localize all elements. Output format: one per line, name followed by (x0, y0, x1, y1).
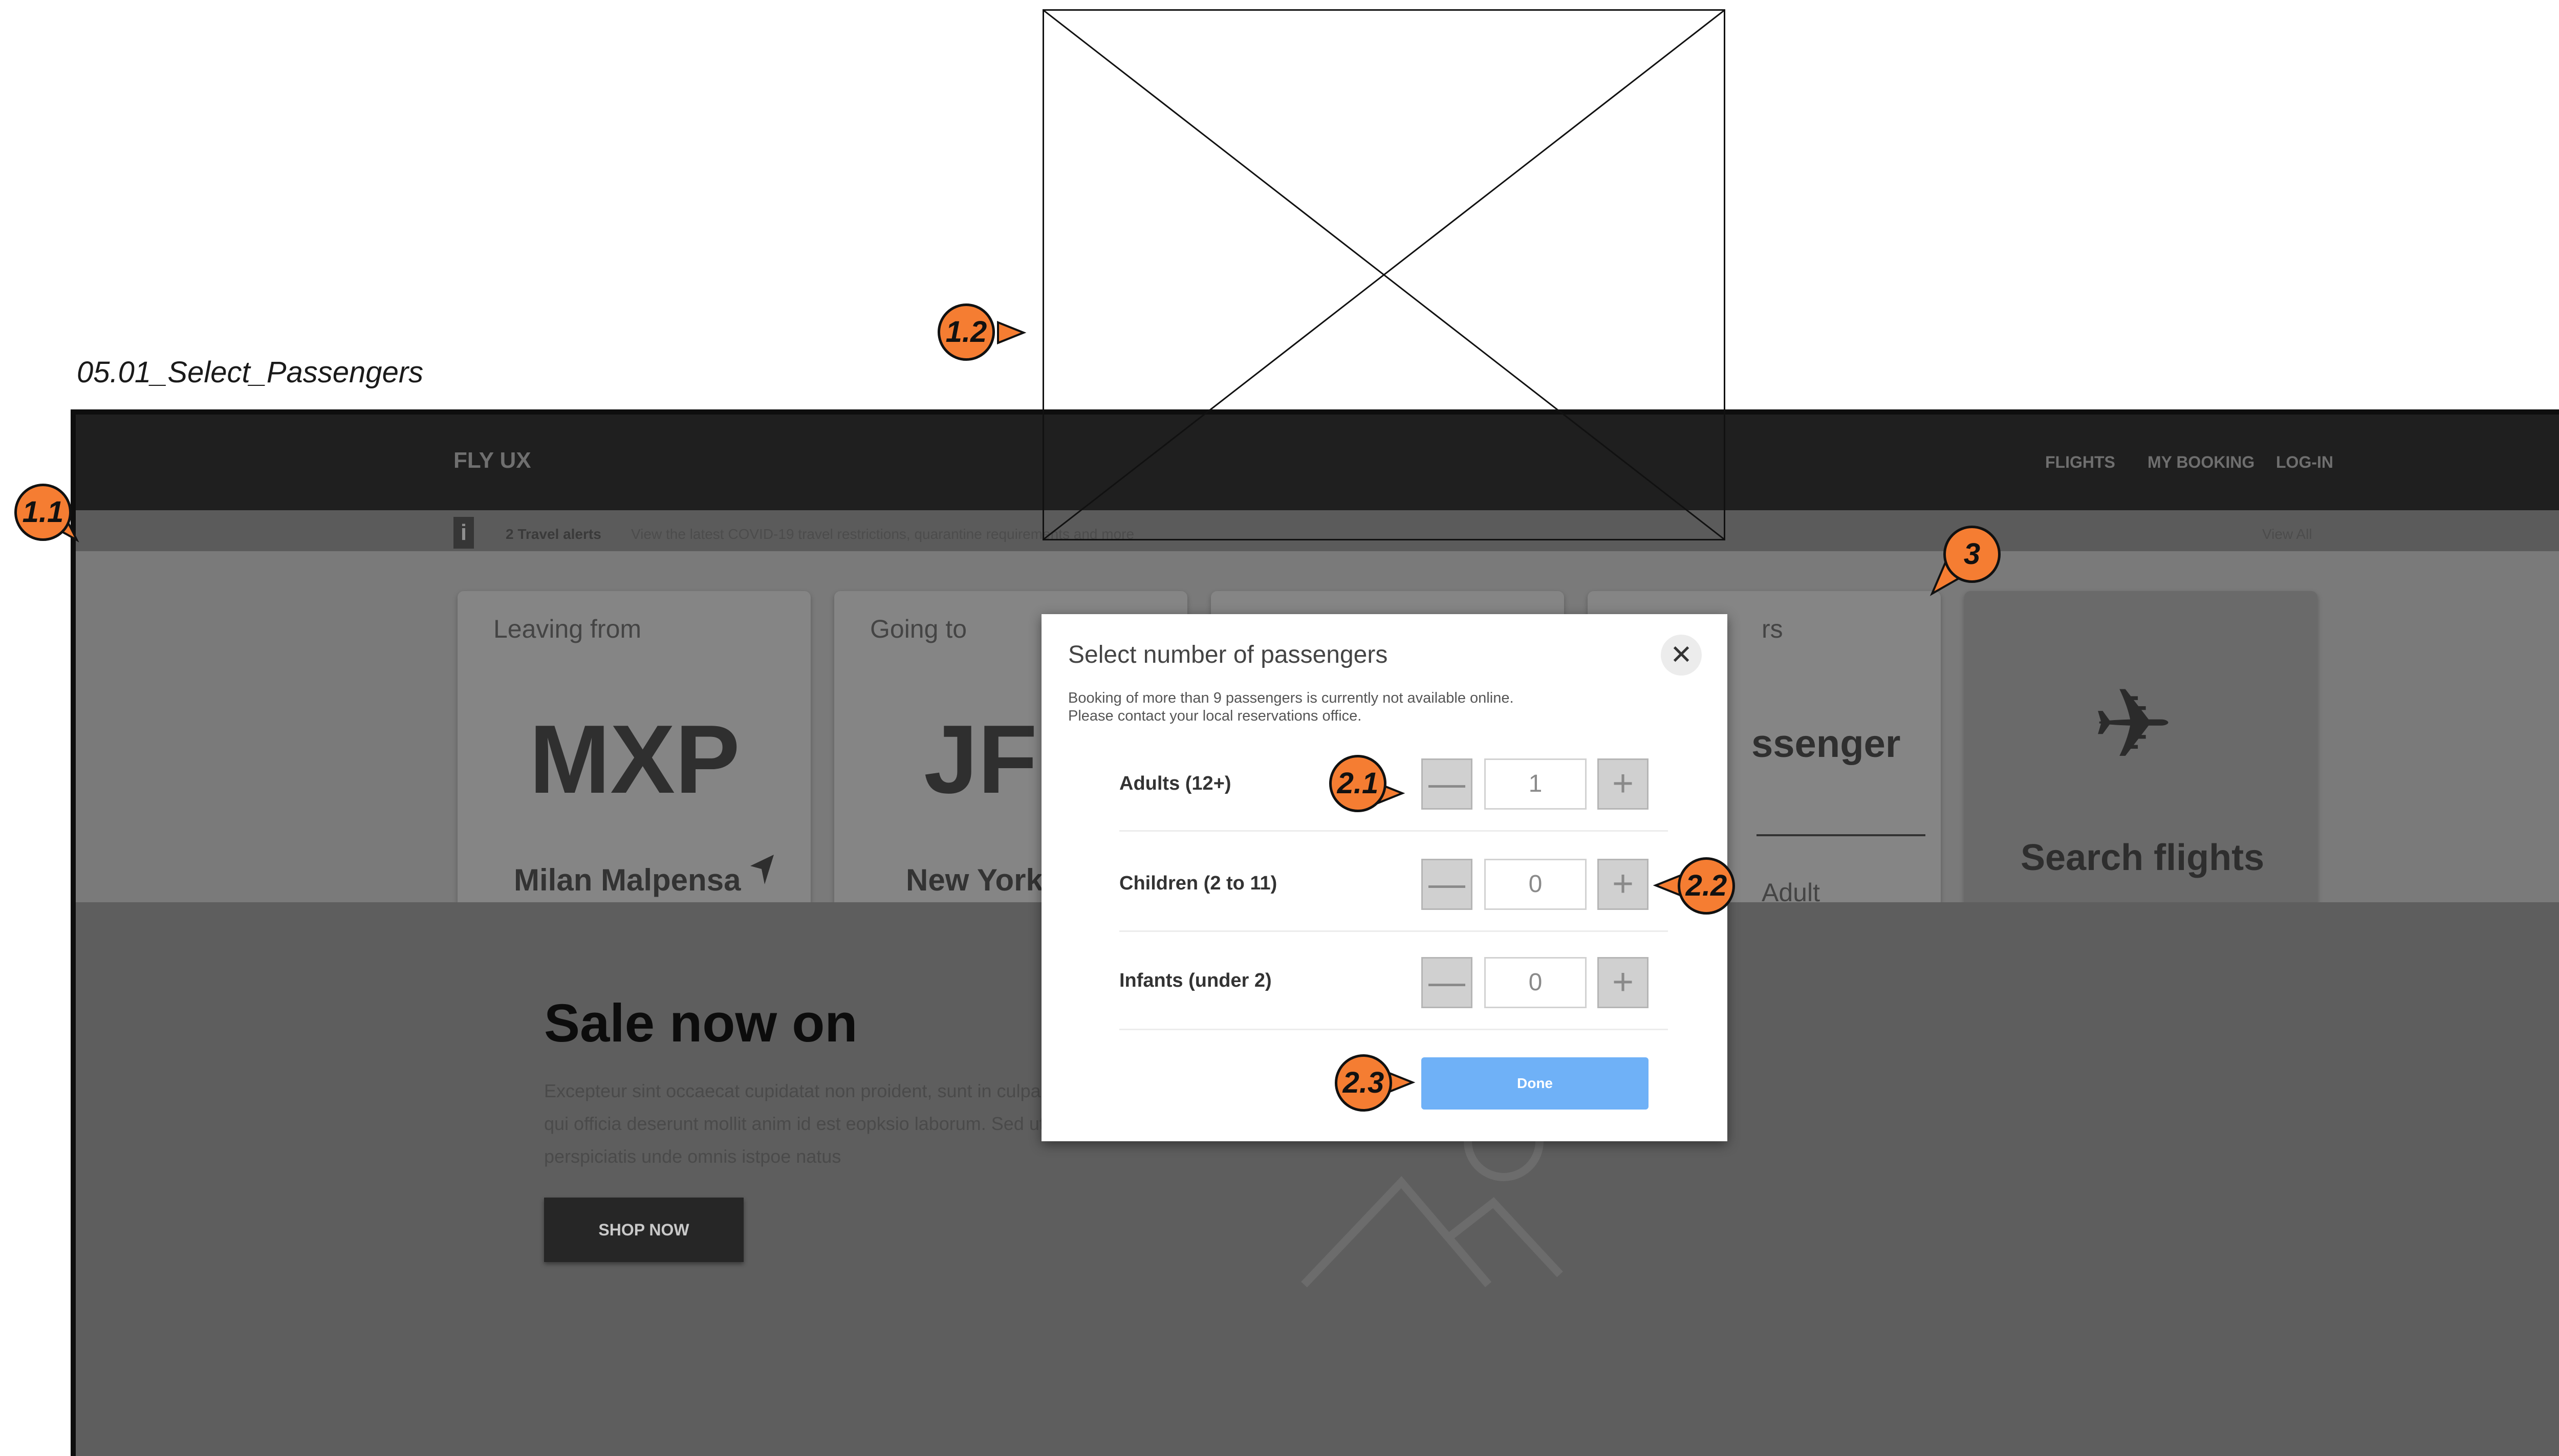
nav-my-booking[interactable]: MY BOOKING (2148, 453, 2254, 472)
modal-note-line-2: Please contact your local reservations o… (1068, 708, 1362, 724)
nav-log-in[interactable]: LOG-IN (2276, 453, 2333, 472)
shop-now-button[interactable]: SHOP NOW (544, 1198, 744, 1262)
info-icon: i (453, 517, 474, 549)
infants-increase-button[interactable]: + (1597, 957, 1649, 1008)
done-button[interactable]: Done (1421, 1057, 1649, 1110)
adults-increase-button[interactable]: + (1597, 758, 1649, 810)
destination-city: New York (906, 863, 1043, 897)
passenger-count-fragment: ssenger (1751, 722, 1901, 766)
children-label: Children (2 to 11) (1119, 873, 1277, 894)
annotation-1-1: 1.1 (14, 484, 72, 541)
nav-flights[interactable]: FLIGHTS (2045, 453, 2115, 472)
brand-logo[interactable]: FLY UX (453, 448, 531, 473)
infants-count-input[interactable]: 0 (1484, 957, 1587, 1008)
going-to-label: Going to (870, 615, 967, 643)
wireframe-image-placeholder (1043, 9, 1725, 540)
annotation-2-2: 2.2 (1678, 857, 1735, 915)
promo-title: Sale now on (544, 993, 858, 1053)
adults-label: Adults (12+) (1119, 773, 1231, 794)
adults-count-input[interactable]: 1 (1484, 758, 1587, 810)
adults-decrease-button[interactable]: — (1421, 758, 1472, 810)
passengers-label-fragment: rs (1762, 615, 1783, 643)
close-icon[interactable]: ✕ (1661, 635, 1702, 676)
alert-count: 2 Travel alerts (506, 526, 601, 542)
passenger-underline (1756, 834, 1925, 836)
leaving-from-label: Leaving from (493, 615, 642, 643)
infants-decrease-button[interactable]: — (1421, 957, 1472, 1008)
children-count-input[interactable]: 0 (1484, 859, 1587, 910)
origin-code: MXP (529, 705, 740, 814)
row-divider (1119, 1029, 1668, 1030)
search-flights-label: Search flights (2021, 837, 2265, 878)
annotation-1-2: 1.2 (938, 303, 995, 361)
frame-label: 05.01_Select_Passengers (77, 356, 424, 389)
placeholder-cross-icon (1044, 11, 1724, 539)
children-decrease-button[interactable]: — (1421, 859, 1472, 910)
promo-text: Excepteur sint occaecat cupidatat non pr… (544, 1080, 1045, 1167)
annotation-2-3: 2.3 (1335, 1054, 1392, 1112)
infants-label: Infants (under 2) (1119, 970, 1272, 991)
location-arrow-icon (750, 855, 774, 884)
modal-title: Select number of passengers (1068, 641, 1388, 668)
annotation-3: 3 (1943, 526, 2001, 583)
view-all-link[interactable]: View All (2262, 526, 2312, 542)
modal-note-line-1: Booking of more than 9 passengers is cur… (1068, 690, 1514, 706)
airplane-icon: ✈ (2092, 670, 2174, 779)
origin-city: Milan Malpensa (514, 863, 741, 897)
annotation-2-1: 2.1 (1329, 755, 1386, 812)
row-divider (1119, 930, 1668, 932)
row-divider (1119, 830, 1668, 832)
